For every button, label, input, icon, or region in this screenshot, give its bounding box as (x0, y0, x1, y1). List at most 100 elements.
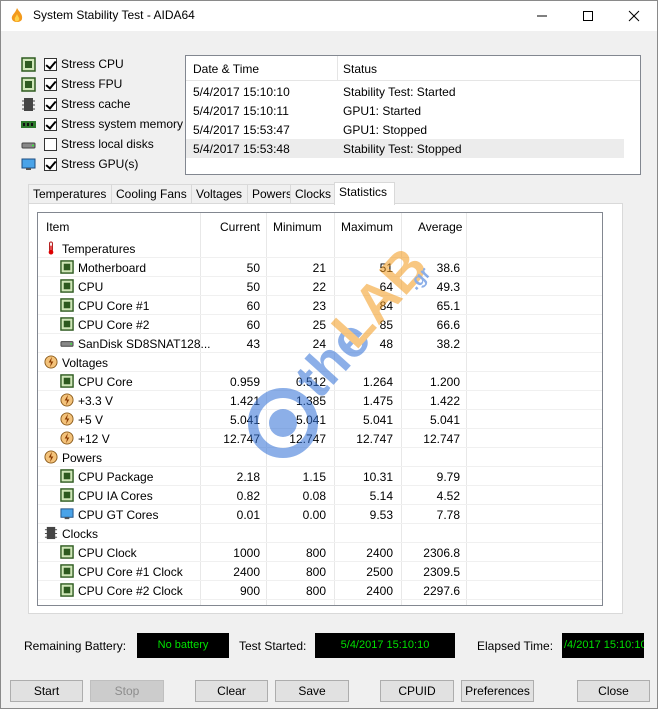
item-name: SanDisk SD8SNAT128... (78, 337, 211, 351)
stress-option[interactable]: Stress cache (21, 95, 130, 113)
voltage-icon (60, 431, 74, 445)
log-col-status[interactable]: Status (343, 62, 377, 76)
group-row[interactable]: Voltages (38, 353, 602, 372)
close-button[interactable]: Close (577, 680, 650, 702)
tab-cooling-fans[interactable]: Cooling Fans (111, 184, 192, 204)
table-row[interactable]: SanDisk SD8SNAT128... 43 24 48 38.2 (38, 334, 602, 353)
stress-option-label[interactable]: Stress system memory (61, 117, 183, 131)
cell-current: 43 (246, 337, 260, 351)
cell-current: 5.041 (229, 413, 260, 427)
table-row[interactable]: CPU Clock 1000 800 2400 2306.8 (38, 543, 602, 562)
cpu-chip-icon (21, 56, 36, 72)
preferences-button[interactable]: Preferences (461, 680, 534, 702)
cpu-chip-icon (60, 279, 74, 293)
col-average[interactable]: Average (418, 220, 462, 234)
stress-option-label[interactable]: Stress FPU (61, 77, 122, 91)
status-log[interactable]: Date & Time Status 5/4/2017 15:10:10 Stab… (185, 55, 641, 175)
stress-option-label[interactable]: Stress local disks (61, 137, 154, 151)
col-maximum[interactable]: Maximum (341, 220, 393, 234)
table-row[interactable]: CPU Core #2 60 25 85 66.6 (38, 315, 602, 334)
memory-module-icon (21, 120, 36, 128)
clear-button[interactable]: Clear (195, 680, 268, 702)
stress-option[interactable]: Stress local disks (21, 135, 154, 153)
stress-option[interactable]: Stress CPU (21, 55, 124, 73)
table-row[interactable]: CPU Core 0.959 0.512 1.264 1.200 (38, 372, 602, 391)
group-row[interactable]: Clocks (38, 524, 602, 543)
col-minimum[interactable]: Minimum (273, 220, 322, 234)
start-button[interactable]: Start (10, 680, 83, 702)
cell-current: 2400 (233, 565, 260, 579)
item-name: +12 V (78, 432, 110, 446)
log-datetime: 5/4/2017 15:53:48 (193, 142, 290, 156)
item-name: CPU Core #2 Clock (78, 584, 183, 598)
save-button[interactable]: Save (275, 680, 349, 702)
table-row[interactable]: CPU 50 22 64 49.3 (38, 277, 602, 296)
voltage-icon (60, 412, 74, 426)
maximize-icon (583, 11, 593, 21)
minimize-button[interactable] (519, 1, 565, 31)
close-icon (628, 10, 640, 22)
stress-checkbox[interactable] (44, 117, 57, 131)
log-header: Date & Time Status (186, 56, 640, 81)
flame-icon (11, 8, 23, 22)
title-bar[interactable]: System Stability Test - AIDA64 (1, 1, 657, 31)
cell-minimum: 12.747 (289, 432, 326, 446)
stress-option-label[interactable]: Stress cache (61, 97, 130, 111)
window-title: System Stability Test - AIDA64 (33, 8, 195, 22)
cell-current: 0.959 (229, 375, 260, 389)
cache-chip-icon (22, 97, 35, 111)
stop-button[interactable]: Stop (90, 680, 164, 702)
stress-checkbox[interactable] (44, 137, 57, 151)
stress-option-label[interactable]: Stress CPU (61, 57, 124, 71)
table-row[interactable]: CPU GT Cores 0.01 0.00 9.53 7.78 (38, 505, 602, 524)
stress-option[interactable]: Stress FPU (21, 75, 122, 93)
tab-powers[interactable]: Powers (247, 184, 292, 204)
cell-minimum: 21 (312, 261, 326, 275)
table-row[interactable]: CPU Core #1 60 23 84 65.1 (38, 296, 602, 315)
col-current[interactable]: Current (220, 220, 260, 234)
cell-maximum: 2400 (366, 546, 393, 560)
cell-maximum: 48 (379, 337, 393, 351)
table-row[interactable]: CPU Package 2.18 1.15 10.31 9.79 (38, 467, 602, 486)
motherboard-icon (60, 260, 74, 274)
log-datetime: 5/4/2017 15:10:11 (193, 104, 289, 118)
log-row[interactable]: 5/4/2017 15:10:10 Stability Test: Started (186, 82, 624, 101)
cell-minimum: 5.041 (295, 413, 326, 427)
stress-checkbox[interactable] (44, 57, 57, 71)
table-row[interactable]: +3.3 V 1.421 1.385 1.475 1.422 (38, 391, 602, 410)
group-row[interactable]: Temperatures (38, 239, 602, 258)
stress-checkbox[interactable] (44, 97, 57, 111)
stress-checkbox[interactable] (44, 77, 57, 91)
stress-option[interactable]: Stress GPU(s) (21, 155, 138, 173)
stress-option-label[interactable]: Stress GPU(s) (61, 157, 138, 171)
table-row[interactable]: CPU Core #2 Clock 900 800 2400 2297.6 (38, 581, 602, 600)
cell-average: 1.422 (429, 394, 460, 408)
statistics-table[interactable]: Item Current Minimum Maximum Average Tem… (37, 212, 603, 606)
item-name: CPU Core (78, 375, 133, 389)
cell-minimum: 0.00 (302, 508, 326, 522)
minimize-icon (537, 15, 547, 17)
cell-maximum: 10.31 (362, 470, 393, 484)
table-row[interactable]: CPU Core #1 Clock 2400 800 2500 2309.5 (38, 562, 602, 581)
cell-average: 65.1 (436, 299, 460, 313)
group-row[interactable]: Powers (38, 448, 602, 467)
table-row[interactable]: CPU IA Cores 0.82 0.08 5.14 4.52 (38, 486, 602, 505)
log-col-datetime[interactable]: Date & Time (193, 62, 259, 76)
cpuid-button[interactable]: CPUID (380, 680, 454, 702)
tab-temperatures[interactable]: Temperatures (28, 184, 112, 204)
battery-value: No battery (137, 633, 229, 658)
table-row[interactable]: Motherboard 50 21 51 38.6 (38, 258, 602, 277)
col-item[interactable]: Item (46, 220, 69, 234)
tab-clocks[interactable]: Clocks (290, 184, 335, 204)
table-row[interactable]: +5 V 5.041 5.041 5.041 5.041 (38, 410, 602, 429)
maximize-button[interactable] (565, 1, 611, 31)
log-row[interactable]: 5/4/2017 15:53:48 Stability Test: Stopped (186, 139, 624, 158)
table-row[interactable]: +12 V 12.747 12.747 12.747 12.747 (38, 429, 602, 448)
tab-voltages[interactable]: Voltages (191, 184, 248, 204)
log-row[interactable]: 5/4/2017 15:10:11 GPU1: Started (186, 101, 624, 120)
log-row[interactable]: 5/4/2017 15:53:47 GPU1: Stopped (186, 120, 624, 139)
stress-option[interactable]: Stress system memory (21, 115, 183, 133)
close-window-button[interactable] (611, 1, 657, 31)
tab-statistics[interactable]: Statistics (334, 182, 395, 205)
stress-checkbox[interactable] (44, 157, 57, 171)
